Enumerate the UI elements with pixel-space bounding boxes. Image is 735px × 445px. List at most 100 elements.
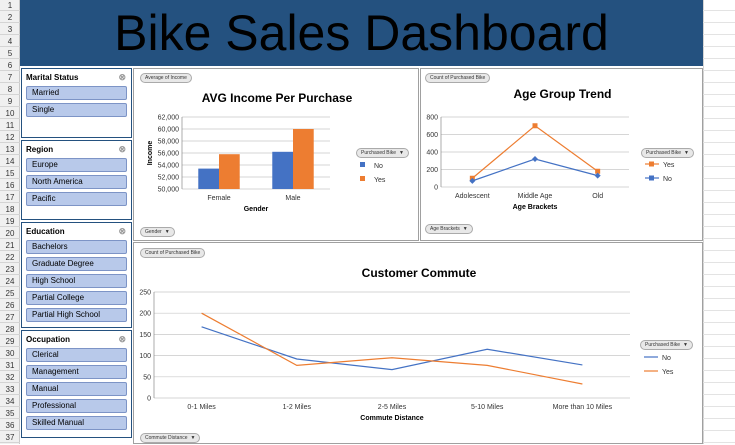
grid-cell[interactable] <box>703 48 735 59</box>
row-number[interactable]: 24 <box>0 276 20 287</box>
row-number[interactable]: 30 <box>0 348 20 359</box>
grid-cell[interactable] <box>703 168 735 179</box>
slicer-item[interactable]: Skilled Manual <box>26 416 127 430</box>
grid-cell[interactable] <box>703 324 735 335</box>
grid-cell[interactable] <box>703 288 735 299</box>
row-number[interactable]: 32 <box>0 372 20 383</box>
age-legend-field-button[interactable]: Purchased Bike ▼ <box>641 148 694 158</box>
row-number[interactable]: 31 <box>0 360 20 371</box>
grid-cell[interactable] <box>703 336 735 347</box>
row-number[interactable]: 35 <box>0 408 20 419</box>
grid-cell[interactable] <box>703 36 735 47</box>
row-number[interactable]: 36 <box>0 420 20 431</box>
row-number[interactable]: 37 <box>0 432 20 443</box>
grid-cell[interactable] <box>703 396 735 407</box>
slicer-item[interactable]: Clerical <box>26 348 127 362</box>
slicer-item[interactable]: Pacific <box>26 192 127 206</box>
row-number[interactable]: 8 <box>0 84 20 95</box>
grid-cell[interactable] <box>703 132 735 143</box>
grid-cell[interactable] <box>703 156 735 167</box>
row-number[interactable]: 29 <box>0 336 20 347</box>
grid-cell[interactable] <box>703 204 735 215</box>
grid-cell[interactable] <box>703 300 735 311</box>
row-number[interactable]: 1 <box>0 0 20 11</box>
slicer-item[interactable]: High School <box>26 274 127 288</box>
grid-cell[interactable] <box>703 108 735 119</box>
commute-legend-field-button[interactable]: Purchased Bike ▼ <box>640 340 693 350</box>
commute-distance-field-button[interactable]: Commute Distance ▼ <box>140 433 201 443</box>
row-number[interactable]: 34 <box>0 396 20 407</box>
grid-cell[interactable] <box>703 348 735 359</box>
row-number[interactable]: 10 <box>0 108 20 119</box>
row-number[interactable]: 19 <box>0 216 20 227</box>
gender-axis-field-button[interactable]: Gender ▼ <box>140 227 175 237</box>
age-brackets-field-button[interactable]: Age Brackets ▼ <box>425 224 473 234</box>
row-number[interactable]: 2 <box>0 12 20 23</box>
row-number[interactable]: 23 <box>0 264 20 275</box>
slicer-item[interactable]: Professional <box>26 399 127 413</box>
slicer-item[interactable]: Partial High School <box>26 308 127 322</box>
row-number[interactable]: 5 <box>0 48 20 59</box>
slicer-item[interactable]: North America <box>26 175 127 189</box>
grid-cell[interactable] <box>703 120 735 131</box>
row-number[interactable]: 4 <box>0 36 20 47</box>
grid-cell[interactable] <box>703 252 735 263</box>
row-number[interactable]: 17 <box>0 192 20 203</box>
grid-cell[interactable] <box>703 216 735 227</box>
row-number[interactable]: 6 <box>0 60 20 71</box>
grid-cell[interactable] <box>703 372 735 383</box>
slicer-item[interactable]: Manual <box>26 382 127 396</box>
row-number[interactable]: 12 <box>0 132 20 143</box>
grid-cell[interactable] <box>703 84 735 95</box>
row-number[interactable]: 26 <box>0 300 20 311</box>
clear-filter-icon[interactable]: ⊗ <box>118 72 126 83</box>
slicer-item[interactable]: Single <box>26 103 127 117</box>
slicer-item[interactable]: Married <box>26 86 127 100</box>
grid-cell[interactable] <box>703 60 735 71</box>
grid-cell[interactable] <box>703 408 735 419</box>
clear-filter-icon[interactable]: ⊗ <box>118 226 126 237</box>
row-number[interactable]: 27 <box>0 312 20 323</box>
row-number[interactable]: 20 <box>0 228 20 239</box>
row-number[interactable]: 33 <box>0 384 20 395</box>
grid-cell[interactable] <box>703 240 735 251</box>
bar-yes <box>293 129 314 189</box>
slicer-item[interactable]: Management <box>26 365 127 379</box>
grid-cell[interactable] <box>703 276 735 287</box>
grid-cell[interactable] <box>703 420 735 431</box>
grid-cell[interactable] <box>703 264 735 275</box>
grid-cell[interactable] <box>703 360 735 371</box>
row-number[interactable]: 13 <box>0 144 20 155</box>
grid-cell[interactable] <box>703 192 735 203</box>
row-number[interactable]: 16 <box>0 180 20 191</box>
row-number[interactable]: 3 <box>0 24 20 35</box>
grid-cell[interactable] <box>703 228 735 239</box>
grid-cell[interactable] <box>703 384 735 395</box>
grid-cell[interactable] <box>703 144 735 155</box>
clear-filter-icon[interactable]: ⊗ <box>118 144 126 155</box>
row-number[interactable]: 18 <box>0 204 20 215</box>
grid-cell[interactable] <box>703 12 735 23</box>
row-number[interactable]: 9 <box>0 96 20 107</box>
grid-cell[interactable] <box>703 96 735 107</box>
slicer-item[interactable]: Bachelors <box>26 240 127 254</box>
grid-cell[interactable] <box>703 72 735 83</box>
income-legend-field-button[interactable]: Purchased Bike ▼ <box>356 148 409 158</box>
grid-cell[interactable] <box>703 312 735 323</box>
row-number[interactable]: 7 <box>0 72 20 83</box>
row-number[interactable]: 22 <box>0 252 20 263</box>
row-number[interactable]: 14 <box>0 156 20 167</box>
slicer-item[interactable]: Partial College <box>26 291 127 305</box>
slicer-item[interactable]: Europe <box>26 158 127 172</box>
row-number[interactable]: 11 <box>0 120 20 131</box>
row-number[interactable]: 28 <box>0 324 20 335</box>
grid-cell[interactable] <box>703 432 735 443</box>
grid-cell[interactable] <box>703 0 735 11</box>
row-number[interactable]: 15 <box>0 168 20 179</box>
row-number[interactable]: 21 <box>0 240 20 251</box>
row-number[interactable]: 25 <box>0 288 20 299</box>
clear-filter-icon[interactable]: ⊗ <box>118 334 126 345</box>
grid-cell[interactable] <box>703 180 735 191</box>
slicer-item[interactable]: Graduate Degree <box>26 257 127 271</box>
grid-cell[interactable] <box>703 24 735 35</box>
